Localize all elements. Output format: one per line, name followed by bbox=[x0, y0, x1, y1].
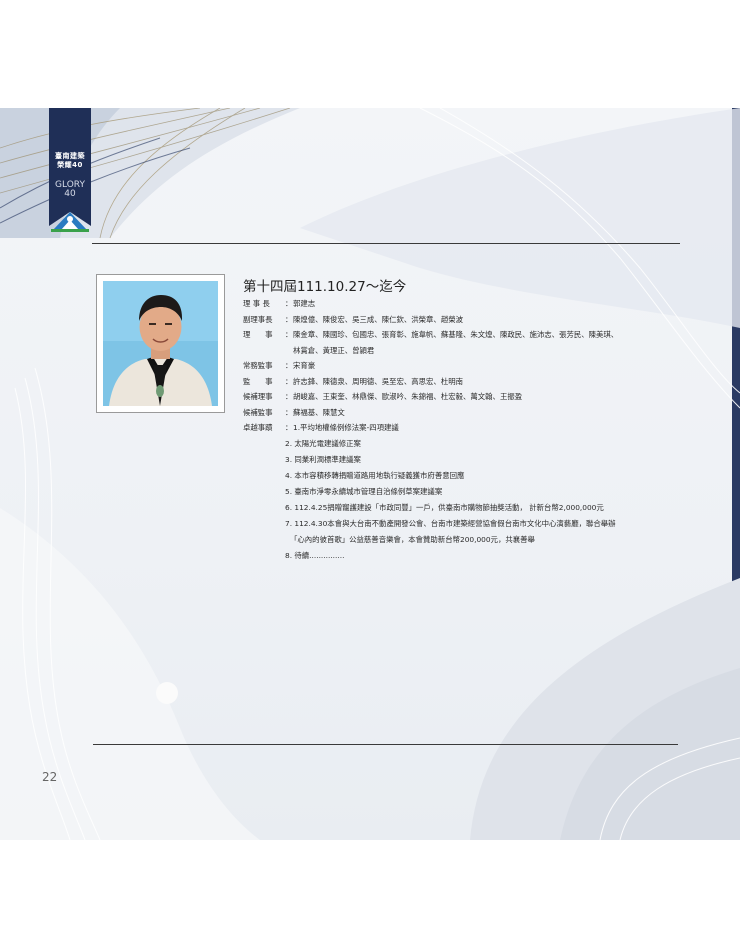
colon: ： bbox=[285, 314, 293, 324]
role-label: 監 事 bbox=[243, 376, 273, 386]
role-supervisors: 監 事 ：許志鋒、陳德泉、周明德、吳至宏、高思宏、杜明南 bbox=[243, 374, 683, 390]
role-vice-chairman: 副理事長 ：陳煌億、陳俊宏、吳三成、陳仁欽、洪榮章、趙榮波 bbox=[243, 312, 683, 328]
bottom-rule bbox=[93, 744, 678, 745]
colon: ： bbox=[285, 392, 293, 401]
term-title: 第十四屆111.10.27～迄今 bbox=[243, 279, 407, 295]
colon: ： bbox=[285, 361, 293, 370]
achievement-item: 4. 本市容積移轉捐贈道路用地執行疑義獲市府善意回應 bbox=[285, 470, 465, 480]
role-alternate-directors: 候補理事 ：胡峻嘉、王東奎、林鼎傑、歐淑吟、朱錦福、杜宏毅、萬文翰、王振盈 bbox=[243, 389, 683, 405]
role-directors: 理 事 ：陳金章、陳國珍、包國忠、張育彰、施韋帆、蘇基隆、朱文煌、陳政民、施沛志、… bbox=[243, 327, 683, 343]
achievement-item-continued: 「心內的彼首歌」公益慈善音樂會，本會贊助新台幣200,000元，共襄善舉 bbox=[290, 534, 535, 544]
achievement-item: 1.平均地權條例修法案-四項建議 bbox=[293, 423, 399, 432]
association-logo-icon bbox=[51, 212, 89, 232]
achievement-item: 6. 112.4.25捐贈寵護建設「市政同豐」一戶，供臺南市購物節抽獎活動， 計… bbox=[285, 502, 604, 512]
role-directors-continued: 林賞倉、黃理正、曾頴君 bbox=[293, 345, 375, 355]
colon: ： bbox=[285, 376, 293, 386]
bookmark-number: 40 bbox=[64, 189, 76, 199]
achievement-item: 8. 待續............... bbox=[285, 550, 345, 560]
role-members: 郭建志 bbox=[293, 299, 316, 308]
decorative-dot bbox=[156, 682, 178, 704]
role-label: 候補理事 bbox=[243, 392, 273, 401]
colon: ： bbox=[285, 423, 293, 432]
achievements-label: 卓越事蹟 bbox=[243, 423, 273, 432]
top-rule bbox=[92, 243, 680, 244]
achievements-first: 卓越事蹟 ： 1.平均地權條例修法案-四項建議 bbox=[243, 420, 683, 436]
page-number: 22 bbox=[42, 770, 58, 784]
bookmark-line2: 榮耀40 bbox=[57, 161, 83, 169]
colon: ： bbox=[285, 330, 293, 339]
role-members: 陳煌億、陳俊宏、吳三成、陳仁欽、洪榮章、趙榮波 bbox=[293, 314, 463, 324]
portrait-frame bbox=[96, 274, 225, 413]
role-label: 理 事 長 bbox=[243, 299, 270, 308]
role-alternate-supervisors: 候補監事 ：蘇福基、陳慧文 bbox=[243, 405, 683, 421]
role-standing-supervisor: 常務監事 ：宋育豪 bbox=[243, 358, 683, 374]
role-members: 蘇福基、陳慧文 bbox=[293, 407, 345, 417]
role-members: 胡峻嘉、王東奎、林鼎傑、歐淑吟、朱錦福、杜宏毅、萬文翰、王振盈 bbox=[293, 392, 523, 401]
colon: ： bbox=[285, 299, 293, 308]
achievement-item: 5. 臺南市淨零永續城市管理自治條例草案建議案 bbox=[285, 486, 443, 496]
colon: ： bbox=[285, 407, 293, 417]
role-label: 候補監事 bbox=[243, 407, 273, 417]
achievement-item: 7. 112.4.30本會與大台南不動產開發公會、台南市建築經營協會假台南市文化… bbox=[285, 518, 616, 528]
chairman-portrait bbox=[103, 281, 218, 406]
achievement-item: 3. 同業利潤標準建議案 bbox=[285, 454, 361, 464]
role-label: 理 事 bbox=[243, 330, 273, 339]
role-label: 副理事長 bbox=[243, 314, 273, 324]
achievement-item: 2. 太陽光電建議修正案 bbox=[285, 438, 361, 448]
role-members: 許志鋒、陳德泉、周明德、吳至宏、高思宏、杜明南 bbox=[293, 376, 463, 386]
role-members: 陳金章、陳國珍、包國忠、張育彰、施韋帆、蘇基隆、朱文煌、陳政民、施沛志、張芳民、… bbox=[293, 330, 619, 339]
role-chairman: 理 事 長 ：郭建志 bbox=[243, 296, 683, 312]
bookmark-line1: 臺南建築 bbox=[55, 152, 85, 160]
board-member-list: 理 事 長：郭建志 副理事長：陳煌億、陳俊宏、吳三成、陳仁欽、洪榮章、趙榮波 理… bbox=[243, 296, 683, 564]
role-label: 常務監事 bbox=[243, 361, 273, 370]
role-members: 宋育豪 bbox=[293, 361, 316, 370]
